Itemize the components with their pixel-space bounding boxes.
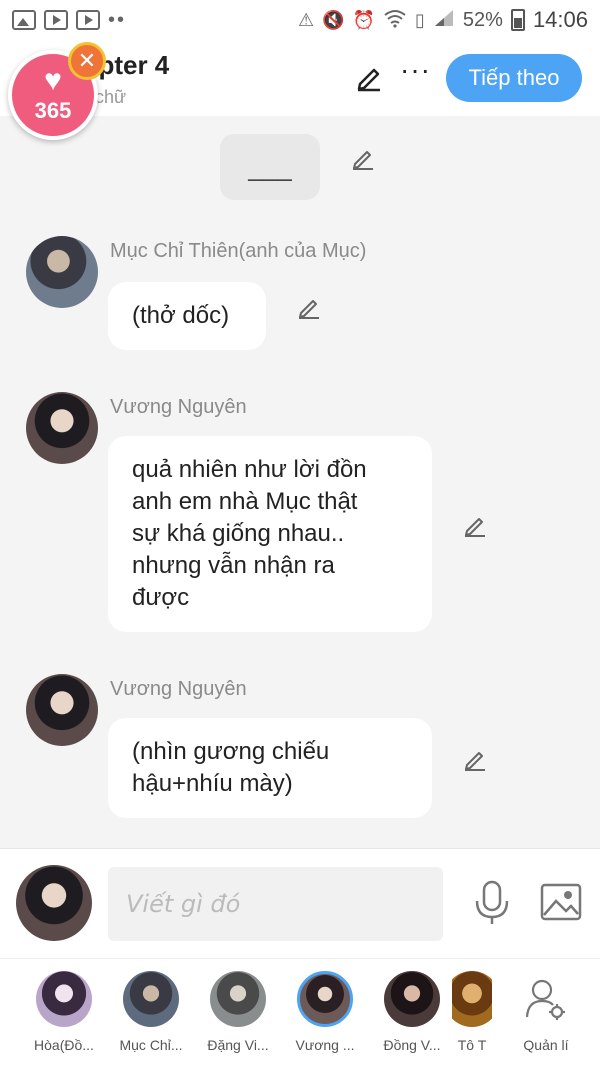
clock: 14:06 [532, 7, 588, 32]
sender-name: Mục Chỉ Thiên(anh của Mục) [110, 240, 367, 262]
message-input[interactable] [108, 867, 443, 941]
status-bar: •• ⚠ 🔇 ⏰ ▯ 52% 14:06 [0, 0, 600, 40]
sim-icon: ▯ [415, 9, 425, 30]
compose-bar [0, 848, 600, 958]
message-bubble[interactable]: quả nhiên như lời đồn anh em nhà Mục thậ… [108, 436, 432, 632]
message-line: hậu+nhíu mày) [132, 770, 293, 797]
badge-count: 365 [34, 98, 72, 123]
more-options-icon[interactable]: ··· [400, 54, 431, 86]
video-notification-icon [44, 10, 68, 30]
current-character-avatar[interactable] [16, 865, 92, 941]
character-item[interactable]: Đặng Vi... [198, 971, 278, 1053]
more-notifications-icon: •• [108, 8, 127, 31]
alarm-icon: ⏰ [352, 9, 375, 30]
message-bubble[interactable]: (thở dốc) [108, 282, 266, 350]
notification-icons: •• [12, 9, 126, 32]
character-item[interactable]: Hòa(Đồ... [24, 971, 104, 1053]
wifi-icon [383, 8, 407, 33]
character-avatar [210, 971, 266, 1027]
message-line: được [132, 584, 190, 611]
character-label: Vương ... [295, 1037, 355, 1053]
next-chapter-button[interactable]: Tiếp theo [446, 54, 582, 102]
insert-image-icon[interactable] [540, 883, 582, 926]
warning-icon: ⚠ [298, 9, 315, 30]
character-item-selected[interactable]: Vương ... [285, 971, 365, 1053]
manage-characters-button[interactable]: Quản lí [506, 971, 586, 1053]
gallery-notification-icon [12, 10, 36, 30]
edit-message-icon[interactable] [462, 512, 488, 543]
battery-percent: 52% [462, 8, 503, 31]
message-line: sự khá giống nhau.. [132, 520, 345, 547]
character-avatar [384, 971, 440, 1027]
microphone-icon[interactable] [472, 879, 512, 932]
edit-message-icon[interactable] [462, 746, 488, 777]
close-badge-icon[interactable]: ✕ [68, 42, 106, 80]
heart-icon: ♥ [44, 64, 62, 97]
system-icons: ⚠ 🔇 ⏰ ▯ 52% 14:06 [298, 7, 588, 33]
narration-bubble[interactable]: ___ [220, 134, 320, 200]
signal-icon [433, 8, 455, 33]
character-avatar [123, 971, 179, 1027]
edit-narration-icon[interactable] [350, 145, 376, 176]
character-item[interactable]: Tô T [452, 971, 492, 1053]
avatar-vuong-nguyen[interactable] [26, 674, 98, 746]
character-selector: Hòa(Đồ... Mục Chỉ... Đặng Vi... Vương ..… [0, 958, 600, 1067]
avatar-muc-chi-thien[interactable] [26, 236, 98, 308]
edit-message-icon[interactable] [296, 294, 322, 325]
character-label: Đặng Vi... [207, 1037, 269, 1053]
edit-title-icon[interactable] [354, 62, 384, 97]
character-label: Mục Chỉ... [119, 1037, 183, 1053]
sender-name: Vương Nguyên [110, 678, 247, 700]
avatar-vuong-nguyen[interactable] [26, 392, 98, 464]
character-avatar [452, 971, 492, 1027]
mute-icon: 🔇 [322, 9, 345, 30]
character-label: Hòa(Đồ... [34, 1037, 94, 1053]
message-bubble[interactable]: (nhìn gương chiếu hậu+nhíu mày) [108, 718, 432, 818]
message-line: quả nhiên như lời đồn [132, 456, 367, 483]
message-line: anh em nhà Mục thật [132, 488, 358, 515]
character-item[interactable]: Đồng V... [372, 971, 452, 1053]
character-avatar [297, 971, 353, 1027]
user-settings-icon [518, 971, 574, 1027]
message-line: nhưng vẫn nhận ra [132, 552, 335, 579]
message-line: (nhìn gương chiếu [132, 738, 330, 765]
character-label: Tô T [457, 1037, 487, 1053]
battery-icon [510, 9, 525, 31]
video-notification-icon-2 [76, 10, 100, 30]
manage-label: Quản lí [523, 1037, 569, 1053]
character-item[interactable]: Mục Chỉ... [111, 971, 191, 1053]
sender-name: Vương Nguyên [110, 396, 247, 418]
character-avatar [36, 971, 92, 1027]
character-label: Đồng V... [383, 1037, 441, 1053]
